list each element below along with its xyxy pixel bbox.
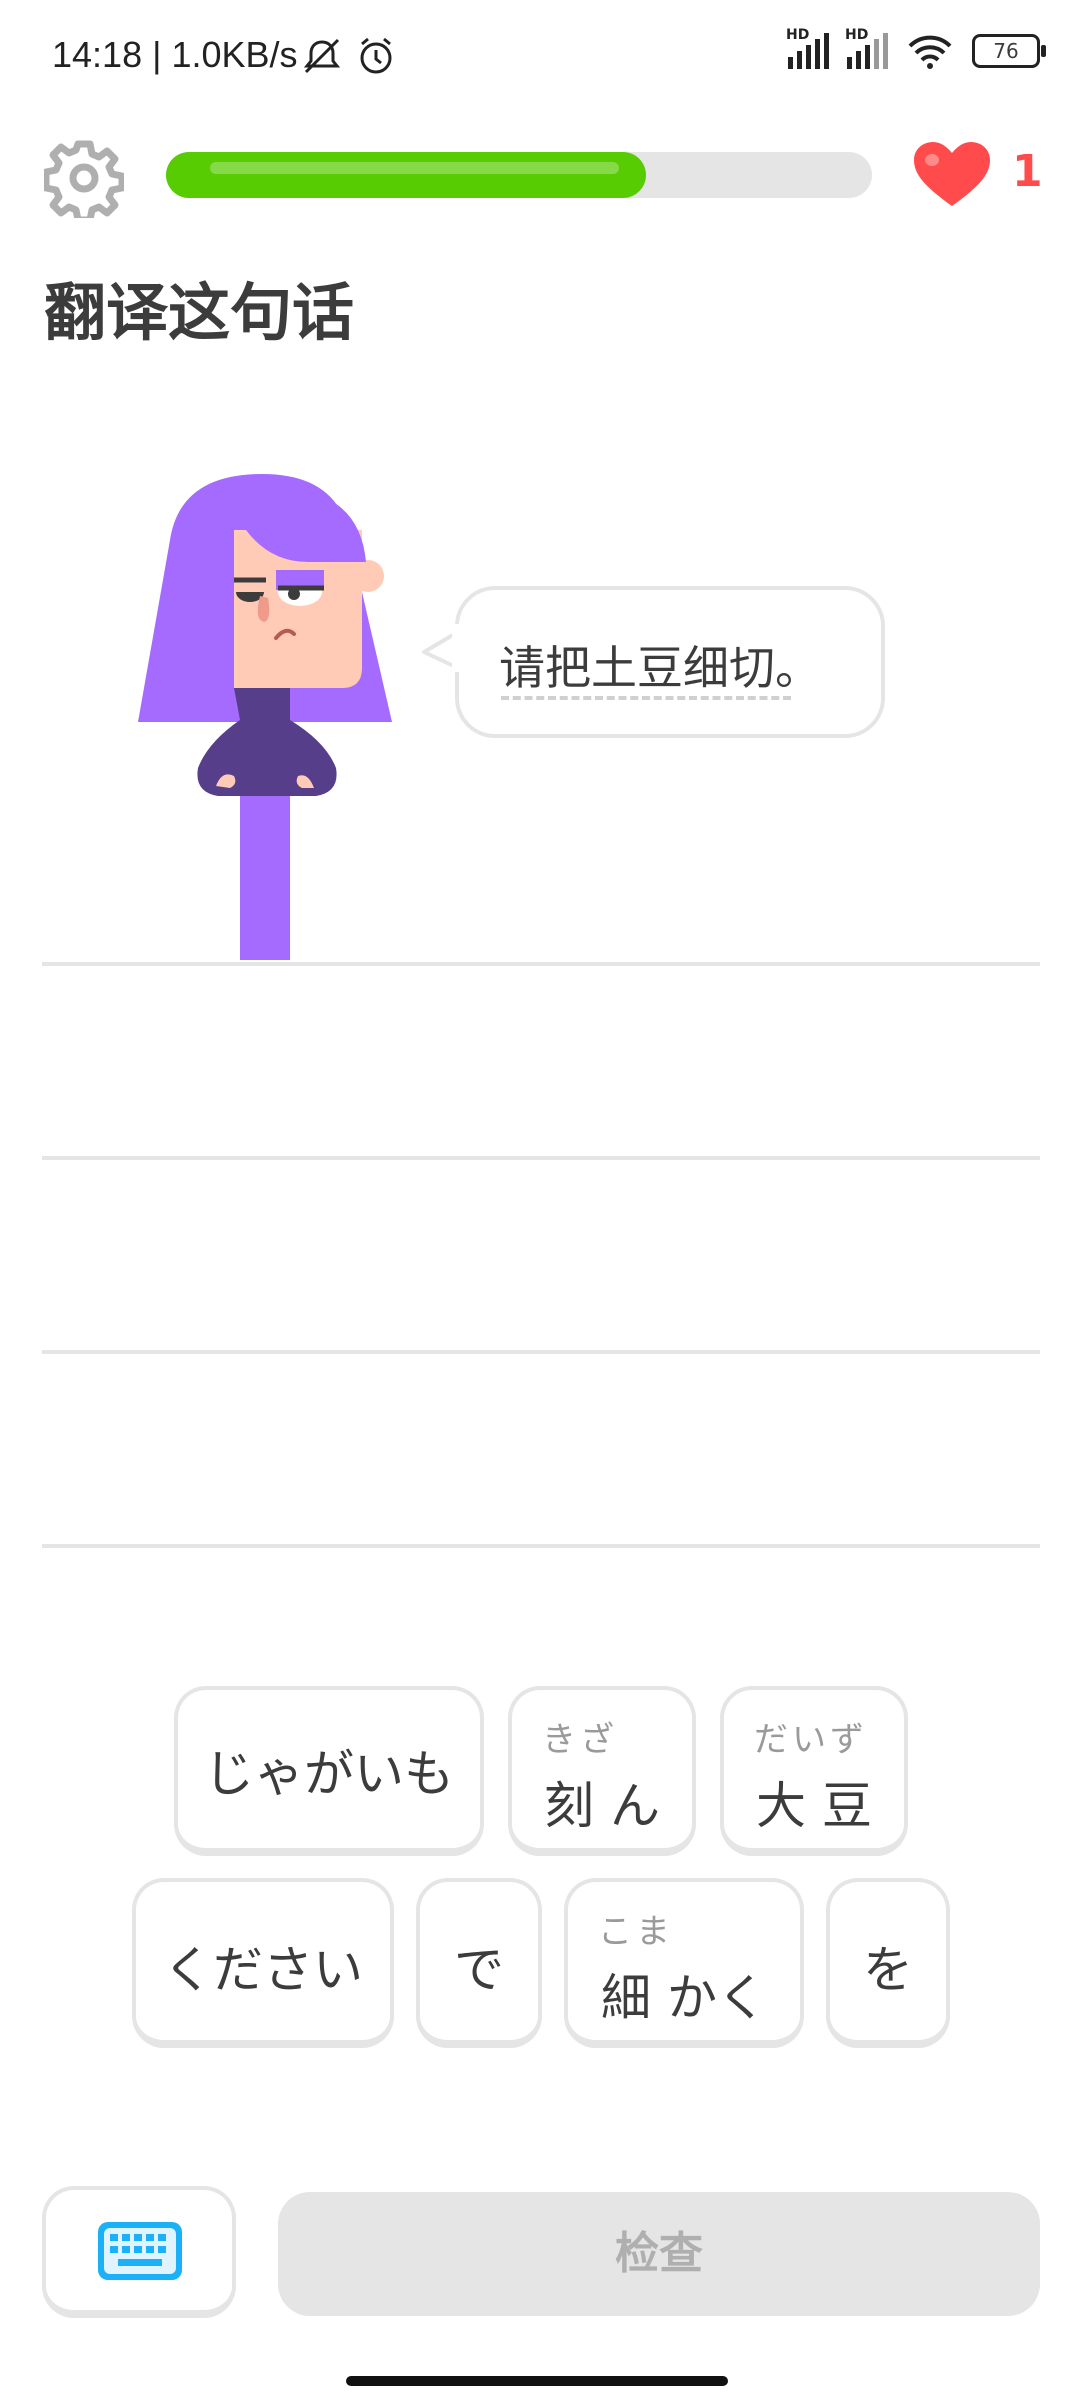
mute-icon: [303, 38, 341, 74]
page-title: 翻译这句话: [44, 276, 355, 349]
settings-gear-icon[interactable]: [44, 138, 124, 218]
keyboard-icon: [98, 2222, 182, 2280]
word-chip-label: 大 豆: [756, 1777, 872, 1835]
word-chip-label: 細 かく: [601, 1969, 767, 2027]
keyboard-toggle-button[interactable]: [42, 2186, 236, 2318]
progress-fill: [166, 152, 647, 198]
word-chip-label: 刻 ん: [544, 1777, 660, 1835]
lesson-progress-bar: [166, 152, 872, 198]
status-time: 14:18 | 1.0KB/s: [52, 34, 298, 75]
word-chip-ruby: こま: [598, 1912, 674, 1952]
character-illustration: [138, 474, 392, 960]
word-chip-daizu[interactable]: だいず 大 豆: [720, 1686, 908, 1856]
answer-line: [42, 1544, 1040, 1548]
word-chip-wo[interactable]: を: [826, 1878, 950, 2048]
signal-icon: HD: [786, 27, 829, 69]
word-chip-kudasai[interactable]: ください: [132, 1878, 394, 2048]
answer-line: [42, 1156, 1040, 1160]
word-chip-ruby: きざ: [542, 1720, 618, 1760]
alarm-icon: [360, 37, 392, 74]
answer-line: [42, 1350, 1040, 1354]
home-indicator[interactable]: [346, 2376, 728, 2386]
word-chip-ruby: だいず: [754, 1720, 868, 1760]
word-chip-kizan[interactable]: きざ 刻 ん: [508, 1686, 696, 1856]
signal-icon: HD: [845, 27, 888, 69]
word-chip-label: ください: [163, 1941, 363, 1999]
progress-shine: [210, 162, 620, 174]
check-button[interactable]: 检查: [278, 2192, 1040, 2316]
speech-bubble: 请把土豆细切。: [455, 586, 885, 738]
bubble-tail-cover: [452, 624, 462, 672]
word-chip-label: じゃがいも: [204, 1745, 454, 1803]
hearts-count: 1: [1012, 146, 1043, 197]
battery-icon: 76: [972, 34, 1046, 68]
word-chip-label: を: [863, 1941, 913, 1999]
word-chip-de[interactable]: で: [416, 1878, 542, 2048]
word-chip-label: で: [454, 1941, 504, 1999]
heart-icon[interactable]: [912, 140, 992, 210]
prompt-sentence[interactable]: 请把土豆细切。: [499, 632, 821, 698]
status-bar: 14:18 | 1.0KB/s HD HD 76: [0, 0, 1080, 110]
wifi-icon: [908, 35, 952, 69]
word-chip-jagaimo[interactable]: じゃがいも: [174, 1686, 484, 1856]
hint-underline: [501, 696, 791, 700]
answer-line: [42, 962, 1040, 966]
word-chip-komakaku[interactable]: こま 細 かく: [564, 1878, 804, 2048]
